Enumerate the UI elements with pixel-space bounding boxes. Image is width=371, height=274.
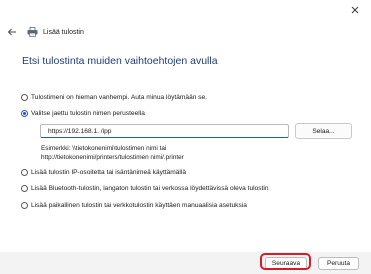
dialog-header-title: Lisää tulostin: [43, 28, 84, 36]
arrow-left-icon: [7, 28, 16, 36]
radio-button[interactable]: [21, 169, 28, 176]
printer-icon: [27, 27, 38, 37]
page-title: Etsi tulostinta muiden vaihtoehtojen avu…: [22, 55, 218, 67]
option-label: Tulostimeni on hieman vanhempi. Auta min…: [31, 94, 208, 101]
option-shared-printer-by-name[interactable]: Valitse jaettu tulostin nimen perusteell…: [21, 110, 145, 117]
option-label: Lisää Bluetooth-tulostin, langaton tulos…: [31, 185, 269, 192]
option-older-printer[interactable]: Tulostimeni on hieman vanhempi. Auta min…: [21, 94, 207, 101]
printer-url-input[interactable]: https://192.168.1. /ipp: [40, 124, 289, 138]
example-line-2: http://tietokonenimi/printers/tulostimen…: [41, 153, 184, 161]
next-button[interactable]: Seuraava: [265, 257, 307, 270]
option-label: Valitse jaettu tulostin nimen perusteell…: [31, 110, 145, 117]
option-bluetooth-wireless[interactable]: Lisää Bluetooth-tulostin, langaton tulos…: [21, 185, 269, 192]
dialog-header: Lisää tulostin: [6, 26, 84, 38]
browse-button[interactable]: Selaa...: [295, 123, 352, 139]
option-local-manual[interactable]: Lisää paikallinen tulostin tai verkkotul…: [21, 202, 247, 209]
back-button[interactable]: [6, 26, 18, 38]
radio-button[interactable]: [21, 202, 28, 209]
option-label: Lisää paikallinen tulostin tai verkkotul…: [31, 202, 247, 209]
radio-button[interactable]: [21, 94, 28, 101]
option-ip-or-hostname[interactable]: Lisää tulostin IP-osoitetta tai isäntäni…: [21, 169, 186, 176]
example-line-1: Esimerkki: \\tietokonenimi\tulostimen ni…: [41, 145, 167, 152]
option-label: Lisää tulostin IP-osoitetta tai isäntäni…: [31, 169, 187, 176]
cancel-button[interactable]: Peruuta: [318, 257, 359, 270]
close-button[interactable]: [347, 2, 363, 18]
radio-button-selected[interactable]: [21, 110, 28, 117]
close-icon: [351, 6, 359, 14]
example-text: Esimerkki: \\tietokonenimi\tulostimen ni…: [41, 145, 184, 162]
printer-url-value: https://192.168.1. /ipp: [48, 127, 112, 135]
radio-button[interactable]: [21, 185, 28, 192]
dialog-footer: [0, 252, 371, 274]
